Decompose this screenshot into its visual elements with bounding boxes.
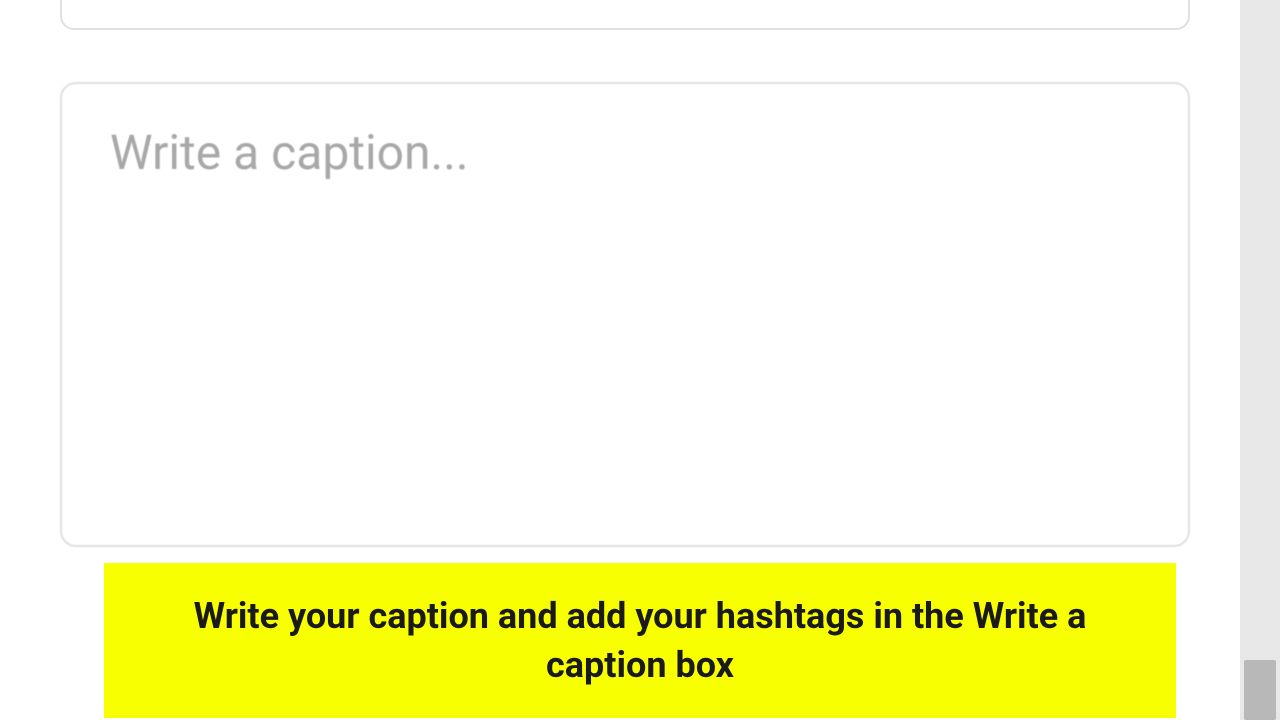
caption-input[interactable] [60, 82, 1190, 547]
instruction-text: Write your caption and add your hashtags… [134, 592, 1146, 689]
previous-input-field[interactable] [60, 0, 1190, 30]
scrollbar-track[interactable] [1240, 0, 1280, 720]
form-container: Write your caption and add your hashtags… [0, 0, 1240, 720]
instruction-banner: Write your caption and add your hashtags… [104, 563, 1176, 718]
scrollbar-thumb[interactable] [1244, 660, 1276, 720]
